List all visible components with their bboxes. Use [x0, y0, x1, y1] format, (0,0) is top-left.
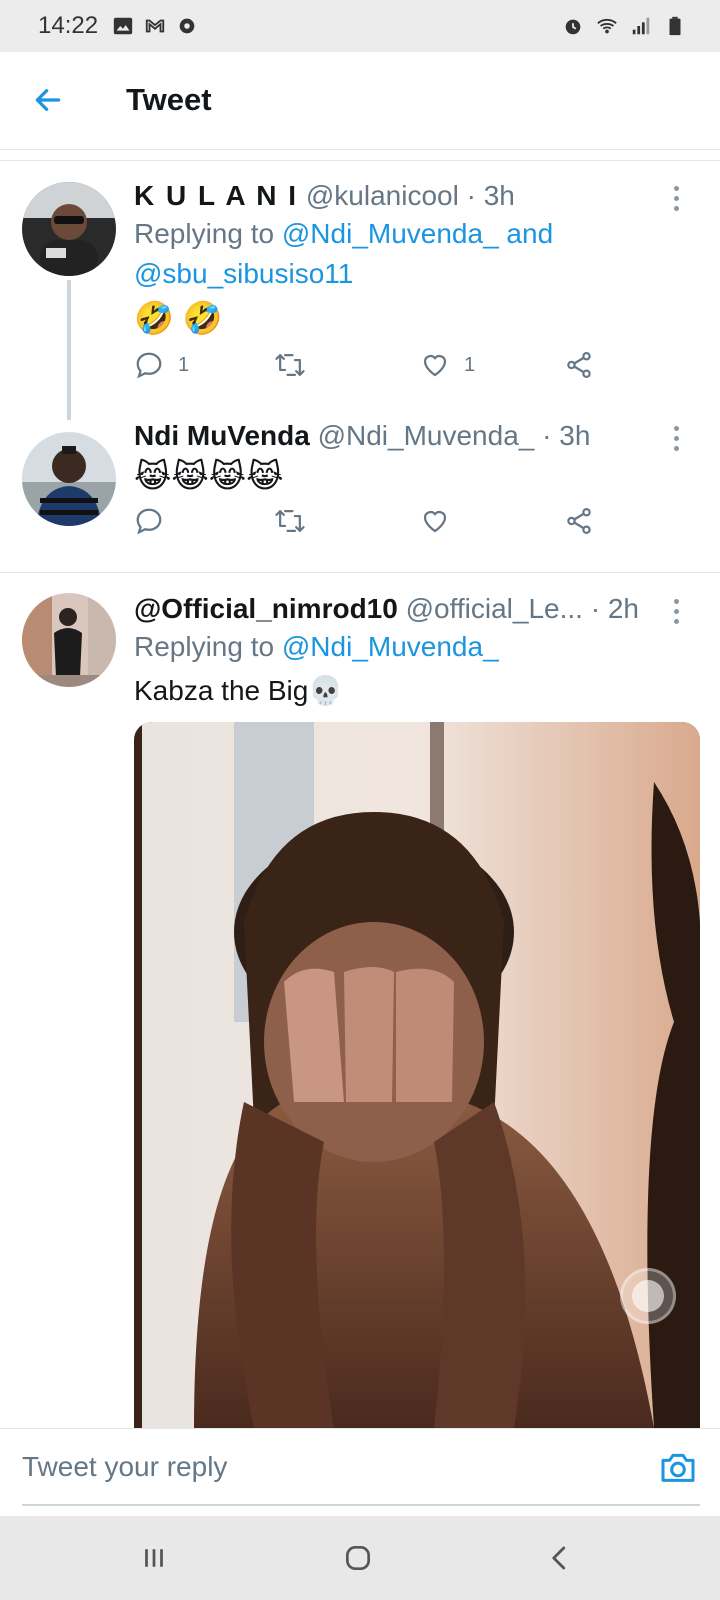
- more-options-button[interactable]: [666, 180, 686, 216]
- tweet-time: · 3h: [458, 180, 515, 211]
- page-title: Tweet: [126, 82, 212, 117]
- avatar[interactable]: [22, 182, 116, 276]
- thread-line: [67, 280, 71, 420]
- share-icon: [567, 508, 591, 534]
- more-icon: [673, 598, 679, 604]
- reply-input[interactable]: Tweet your reply: [22, 1451, 227, 1483]
- heart-icon: [423, 354, 447, 377]
- reply-button[interactable]: 1: [134, 350, 189, 380]
- image-icon: [113, 17, 133, 35]
- recent-apps-button[interactable]: [134, 1538, 174, 1578]
- tweet-time: · 2h: [582, 593, 639, 624]
- tweet-time: · 3h: [534, 420, 591, 451]
- author-name[interactable]: Ndi MuVenda: [134, 420, 310, 451]
- retweet-icon: [275, 354, 305, 376]
- share-button[interactable]: [564, 350, 594, 380]
- author-handle[interactable]: @official_Le...: [406, 593, 583, 624]
- tweet-video[interactable]: [134, 722, 700, 1428]
- play-button[interactable]: [620, 1268, 676, 1324]
- mention-link[interactable]: @Ndi_Muvenda_: [282, 631, 499, 662]
- replying-to: Replying to @Ndi_Muvenda_: [134, 631, 499, 662]
- back-button[interactable]: [28, 80, 68, 120]
- nav-back-button[interactable]: [540, 1538, 580, 1578]
- avatar[interactable]: [22, 432, 116, 526]
- signal-icon: [632, 17, 650, 35]
- heart-icon: [423, 510, 447, 533]
- status-bar: 14:22: [0, 0, 720, 52]
- wifi-icon: [597, 18, 617, 34]
- like-button[interactable]: [420, 506, 464, 536]
- share-button[interactable]: [564, 506, 594, 536]
- reply-icon: [136, 352, 162, 379]
- tweet[interactable]: K U L A N I @kulanicool · 3h Replying to…: [0, 160, 720, 420]
- tweet-text: 🤣 🤣: [134, 300, 223, 336]
- more-icon: [673, 185, 679, 191]
- video-frame: [134, 722, 700, 1428]
- like-count: 1: [464, 353, 476, 376]
- author-name[interactable]: @Official_nimrod10: [134, 593, 398, 624]
- settings-icon: [179, 18, 195, 34]
- back-icon: [552, 1546, 566, 1570]
- share-icon: [567, 352, 591, 378]
- avatar[interactable]: [22, 593, 116, 687]
- home-icon: [346, 1546, 370, 1570]
- mention-link[interactable]: @sbu_sibusiso11: [134, 258, 353, 289]
- recent-apps-icon: [145, 1549, 163, 1567]
- reply-underline: [22, 1504, 700, 1506]
- battery-icon: [669, 16, 681, 36]
- reply-icon: [136, 508, 162, 535]
- reply-bar: Tweet your reply: [0, 1428, 720, 1516]
- more-options-button[interactable]: [666, 420, 686, 456]
- more-options-button[interactable]: [666, 593, 686, 629]
- retweet-button[interactable]: [274, 350, 320, 380]
- camera-button[interactable]: [658, 1447, 698, 1487]
- author-handle[interactable]: @Ndi_Muvenda_: [318, 420, 535, 451]
- app-header: Tweet: [0, 52, 720, 150]
- reply-count: 1: [178, 353, 190, 376]
- like-button[interactable]: 1: [420, 350, 475, 380]
- tweet[interactable]: Ndi MuVenda @Ndi_Muvenda_ · 3h 😹😹😹😹: [0, 410, 720, 570]
- gmail-icon: [145, 19, 165, 33]
- replying-to: Replying to @Ndi_Muvenda_ and @sbu_sibus…: [134, 218, 554, 289]
- status-time: 14:22: [38, 12, 99, 39]
- author-handle[interactable]: @kulanicool: [306, 180, 459, 211]
- retweet-icon: [275, 510, 305, 532]
- more-icon: [673, 425, 679, 431]
- back-arrow-icon: [35, 89, 61, 111]
- tweet-text: Kabza the Big💀: [134, 675, 344, 706]
- alarm-icon: [565, 19, 581, 35]
- author-name[interactable]: K U L A N I: [134, 180, 298, 211]
- reply-button[interactable]: [134, 506, 178, 536]
- system-nav-bar: [0, 1516, 720, 1600]
- tweet-text: 😹😹😹😹: [134, 458, 284, 494]
- mention-link[interactable]: @Ndi_Muvenda_: [282, 218, 499, 249]
- camera-icon: [661, 1453, 695, 1482]
- retweet-button[interactable]: [274, 506, 320, 536]
- home-button[interactable]: [338, 1538, 378, 1578]
